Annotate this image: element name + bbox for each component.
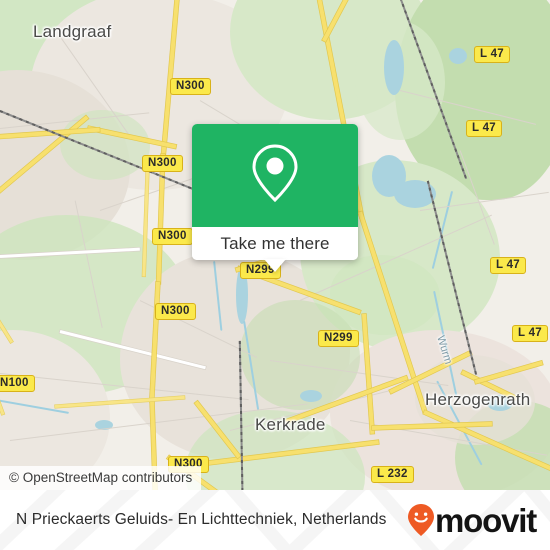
map-label-herzogenrath: Herzogenrath [425,390,531,409]
page-footer: N Prieckaerts Geluids- En Lichttechniek,… [0,490,550,550]
screenshot-root: Landgraaf Kerkrade Herzogenrath Wurm N30… [0,0,550,550]
take-me-there-card[interactable]: Take me there [192,124,358,272]
card-header [192,124,358,227]
map-attribution[interactable]: © OpenStreetMap contributors [0,466,202,490]
map-shield-l47[interactable]: L 47 [512,325,549,342]
map-shield-n300[interactable]: N300 [152,228,193,245]
map-water [300,390,322,402]
map-shield-n300[interactable]: N300 [155,303,196,320]
map-shield-n300[interactable]: N300 [170,78,211,95]
card-footer[interactable]: Take me there [192,227,358,260]
map-shield-l47[interactable]: L 47 [466,120,503,137]
map-pin-icon [249,142,301,209]
map-shield-l47[interactable]: L 47 [474,46,511,63]
map-water [384,40,404,95]
take-me-there-label: Take me there [220,233,330,253]
moovit-smiley-pin-icon [408,504,435,536]
map-label-kerkrade: Kerkrade [255,415,326,434]
moovit-logo[interactable]: moovit [408,501,537,539]
map-shield-n299[interactable]: N299 [318,330,359,347]
map-shield-n300[interactable]: N300 [142,155,183,172]
footer-content: N Prieckaerts Geluids- En Lichttechniek,… [0,490,550,550]
card-pointer-tail [264,259,286,272]
location-title: N Prieckaerts Geluids- En Lichttechniek,… [16,511,387,528]
map-water [449,48,467,64]
moovit-wordmark: moovit [435,501,537,539]
map-label-landgraaf: Landgraaf [33,22,112,41]
map-shield-l232[interactable]: L 232 [371,466,414,483]
map-shield-n100[interactable]: N100 [0,375,35,392]
map-shield-l47[interactable]: L 47 [490,257,527,274]
